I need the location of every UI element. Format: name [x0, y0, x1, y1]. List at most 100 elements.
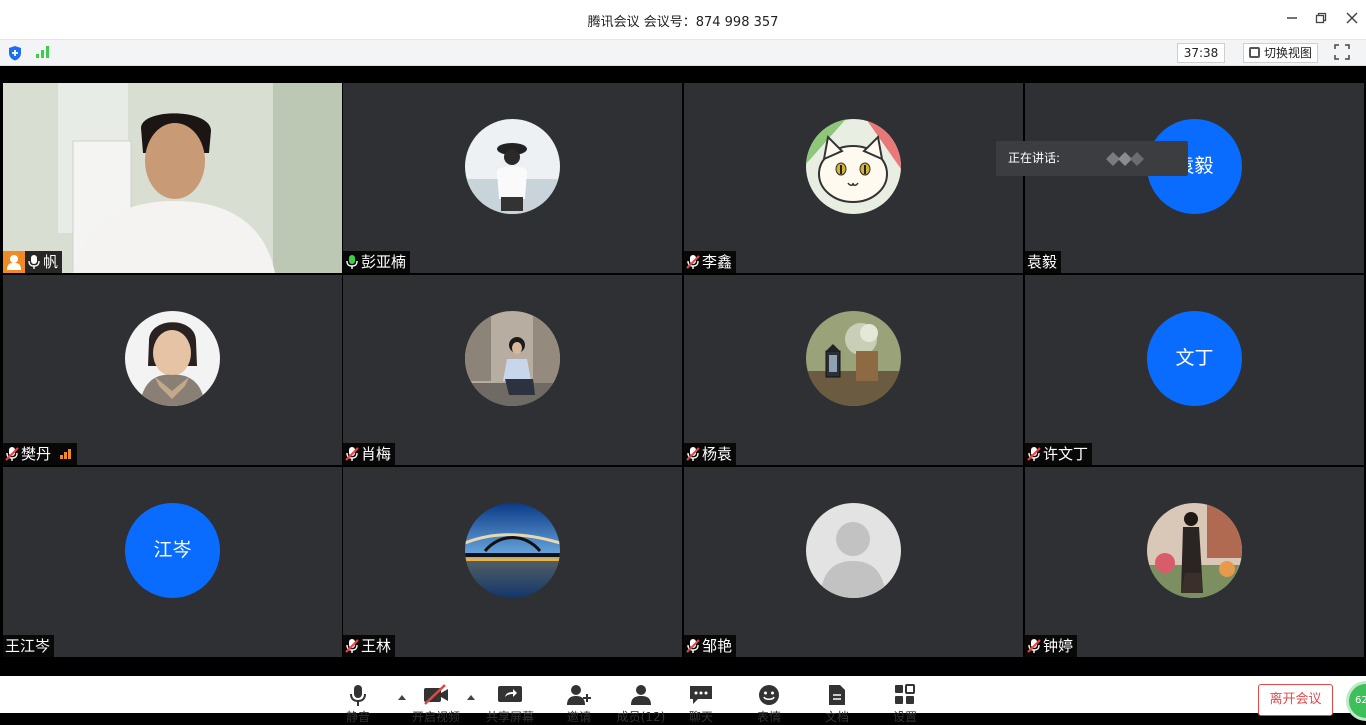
participant-tile[interactable]: 袁毅 袁毅: [1025, 83, 1364, 273]
participant-name-tag: 钟婷: [1025, 635, 1078, 657]
members-icon: [631, 685, 651, 705]
reaction-button[interactable]: 表情: [749, 684, 789, 724]
mic-muted-icon: [686, 255, 700, 269]
avatar-initials: 文丁: [1147, 311, 1242, 406]
settings-label: 设置: [892, 710, 917, 724]
participant-tile[interactable]: 彭亚楠: [343, 83, 682, 273]
restore-icon: [1315, 12, 1327, 24]
emoji-icon: [759, 685, 779, 705]
speaking-label: 正在讲话:: [1008, 151, 1061, 165]
blurred-speaker-name: [1106, 152, 1144, 166]
participant-name-tag: 袁毅: [1025, 251, 1062, 273]
participant-name: 王林: [361, 637, 392, 655]
network-quality-badge[interactable]: 62: [1346, 681, 1366, 721]
share-screen-icon: [498, 686, 522, 702]
participant-tile[interactable]: 肖梅: [343, 275, 682, 465]
avatar: [465, 503, 560, 598]
participant-name: 彭亚楠: [361, 253, 407, 271]
avatar: [465, 311, 560, 406]
mic-on-icon: [28, 255, 40, 269]
members-label: 成员(12): [616, 710, 666, 724]
mic-muted-icon: [345, 639, 359, 653]
avatar: [1147, 503, 1242, 598]
network-signal-icon[interactable]: [35, 45, 51, 59]
participant-name: 钟婷: [1043, 637, 1074, 655]
leave-meeting-button[interactable]: 离开会议: [1258, 684, 1333, 716]
avatar: [806, 311, 901, 406]
avatar: [806, 503, 901, 598]
window-title: 腾讯会议 会议号：874 998 357: [587, 15, 779, 30]
participant-tile[interactable]: 帆: [3, 83, 342, 273]
participant-name: 樊丹: [21, 445, 52, 463]
participant-video-feed: [3, 83, 342, 273]
participant-name-tag: 彭亚楠: [343, 251, 411, 273]
participant-name: 王江岑: [5, 637, 51, 655]
close-icon: [1346, 12, 1358, 24]
participant-name: 李鑫: [702, 253, 733, 271]
share-screen-label: 共享屏幕: [485, 710, 534, 724]
avatar: [465, 119, 560, 214]
video-button[interactable]: 开启视频: [412, 684, 460, 724]
speaking-indicator-popup: 正在讲话:: [996, 141, 1188, 176]
participant-tile[interactable]: 邹艳: [684, 467, 1023, 657]
share-screen-button[interactable]: 共享屏幕: [486, 684, 534, 724]
fullscreen-icon[interactable]: [1334, 44, 1352, 62]
documents-button[interactable]: 文档: [817, 684, 857, 724]
audio-options-caret-icon[interactable]: [397, 692, 407, 702]
meeting-timer: 37:38: [1177, 43, 1225, 63]
mic-muted-icon: [686, 447, 700, 461]
participant-name-tag: 王林: [343, 635, 396, 657]
avatar: [125, 311, 220, 406]
bottom-toolbar: 静音 开启视频 共享屏幕 邀请 成员(12) 聊天 表情 文档 设置 离开会议 …: [0, 676, 1366, 724]
video-options-caret-icon[interactable]: [466, 692, 476, 702]
microphone-icon: [350, 685, 366, 706]
mic-muted-icon: [345, 447, 359, 461]
participant-tile[interactable]: 文丁许文丁: [1025, 275, 1364, 465]
apps-grid-icon: [895, 684, 915, 704]
participant-tile[interactable]: 钟婷: [1025, 467, 1364, 657]
invite-button[interactable]: 邀请: [559, 684, 599, 724]
participant-name: 杨袁: [702, 445, 733, 463]
weak-signal-icon: [60, 449, 72, 459]
participant-name-tag: 王江岑: [3, 635, 55, 657]
participant-tile[interactable]: 江岑 王江岑: [3, 467, 342, 657]
participant-tile[interactable]: 王林: [343, 467, 682, 657]
participant-name-tag: 李鑫: [684, 251, 737, 273]
participant-tile[interactable]: 李鑫: [684, 83, 1023, 273]
participant-name-tag: 杨袁: [684, 443, 737, 465]
participant-name-tag: 许文丁: [1025, 443, 1093, 465]
restore-button[interactable]: [1309, 8, 1333, 32]
minimize-icon: [1287, 17, 1297, 19]
participant-tile[interactable]: 杨袁: [684, 275, 1023, 465]
switch-view-button[interactable]: 切换视图: [1243, 43, 1318, 63]
close-button[interactable]: [1340, 8, 1364, 32]
participant-name: 帆: [43, 253, 59, 271]
participant-tile[interactable]: 樊丹: [3, 275, 342, 465]
participant-name: 邹艳: [702, 637, 733, 655]
document-icon: [829, 685, 845, 705]
meeting-status-bar: 37:38 切换视图: [0, 40, 1366, 66]
switch-view-label: 切换视图: [1264, 46, 1313, 60]
chat-button[interactable]: 聊天: [681, 684, 721, 724]
mute-button[interactable]: 静音: [338, 684, 378, 724]
mic-muted-icon: [5, 447, 19, 461]
minimize-button[interactable]: [1280, 8, 1304, 32]
documents-label: 文档: [824, 710, 849, 724]
title-bar: 腾讯会议 会议号：874 998 357: [0, 0, 1366, 40]
mute-label: 静音: [345, 710, 370, 724]
mic-muted-icon: [1027, 639, 1041, 653]
participant-name-tag: 肖梅: [343, 443, 396, 465]
members-button[interactable]: 成员(12): [617, 684, 665, 724]
participant-name: 袁毅: [1027, 253, 1058, 271]
security-shield-icon[interactable]: [8, 45, 22, 61]
video-label: 开启视频: [411, 710, 460, 724]
settings-button[interactable]: 设置: [885, 684, 925, 724]
chat-icon: [690, 686, 712, 704]
participant-name-tag: 樊丹: [3, 443, 78, 465]
video-off-icon: [424, 684, 448, 705]
mic-muted-icon: [1027, 447, 1041, 461]
participant-name: 肖梅: [361, 445, 392, 463]
mic-muted-icon: [686, 639, 700, 653]
invite-label: 邀请: [566, 710, 591, 724]
reaction-label: 表情: [756, 710, 781, 724]
